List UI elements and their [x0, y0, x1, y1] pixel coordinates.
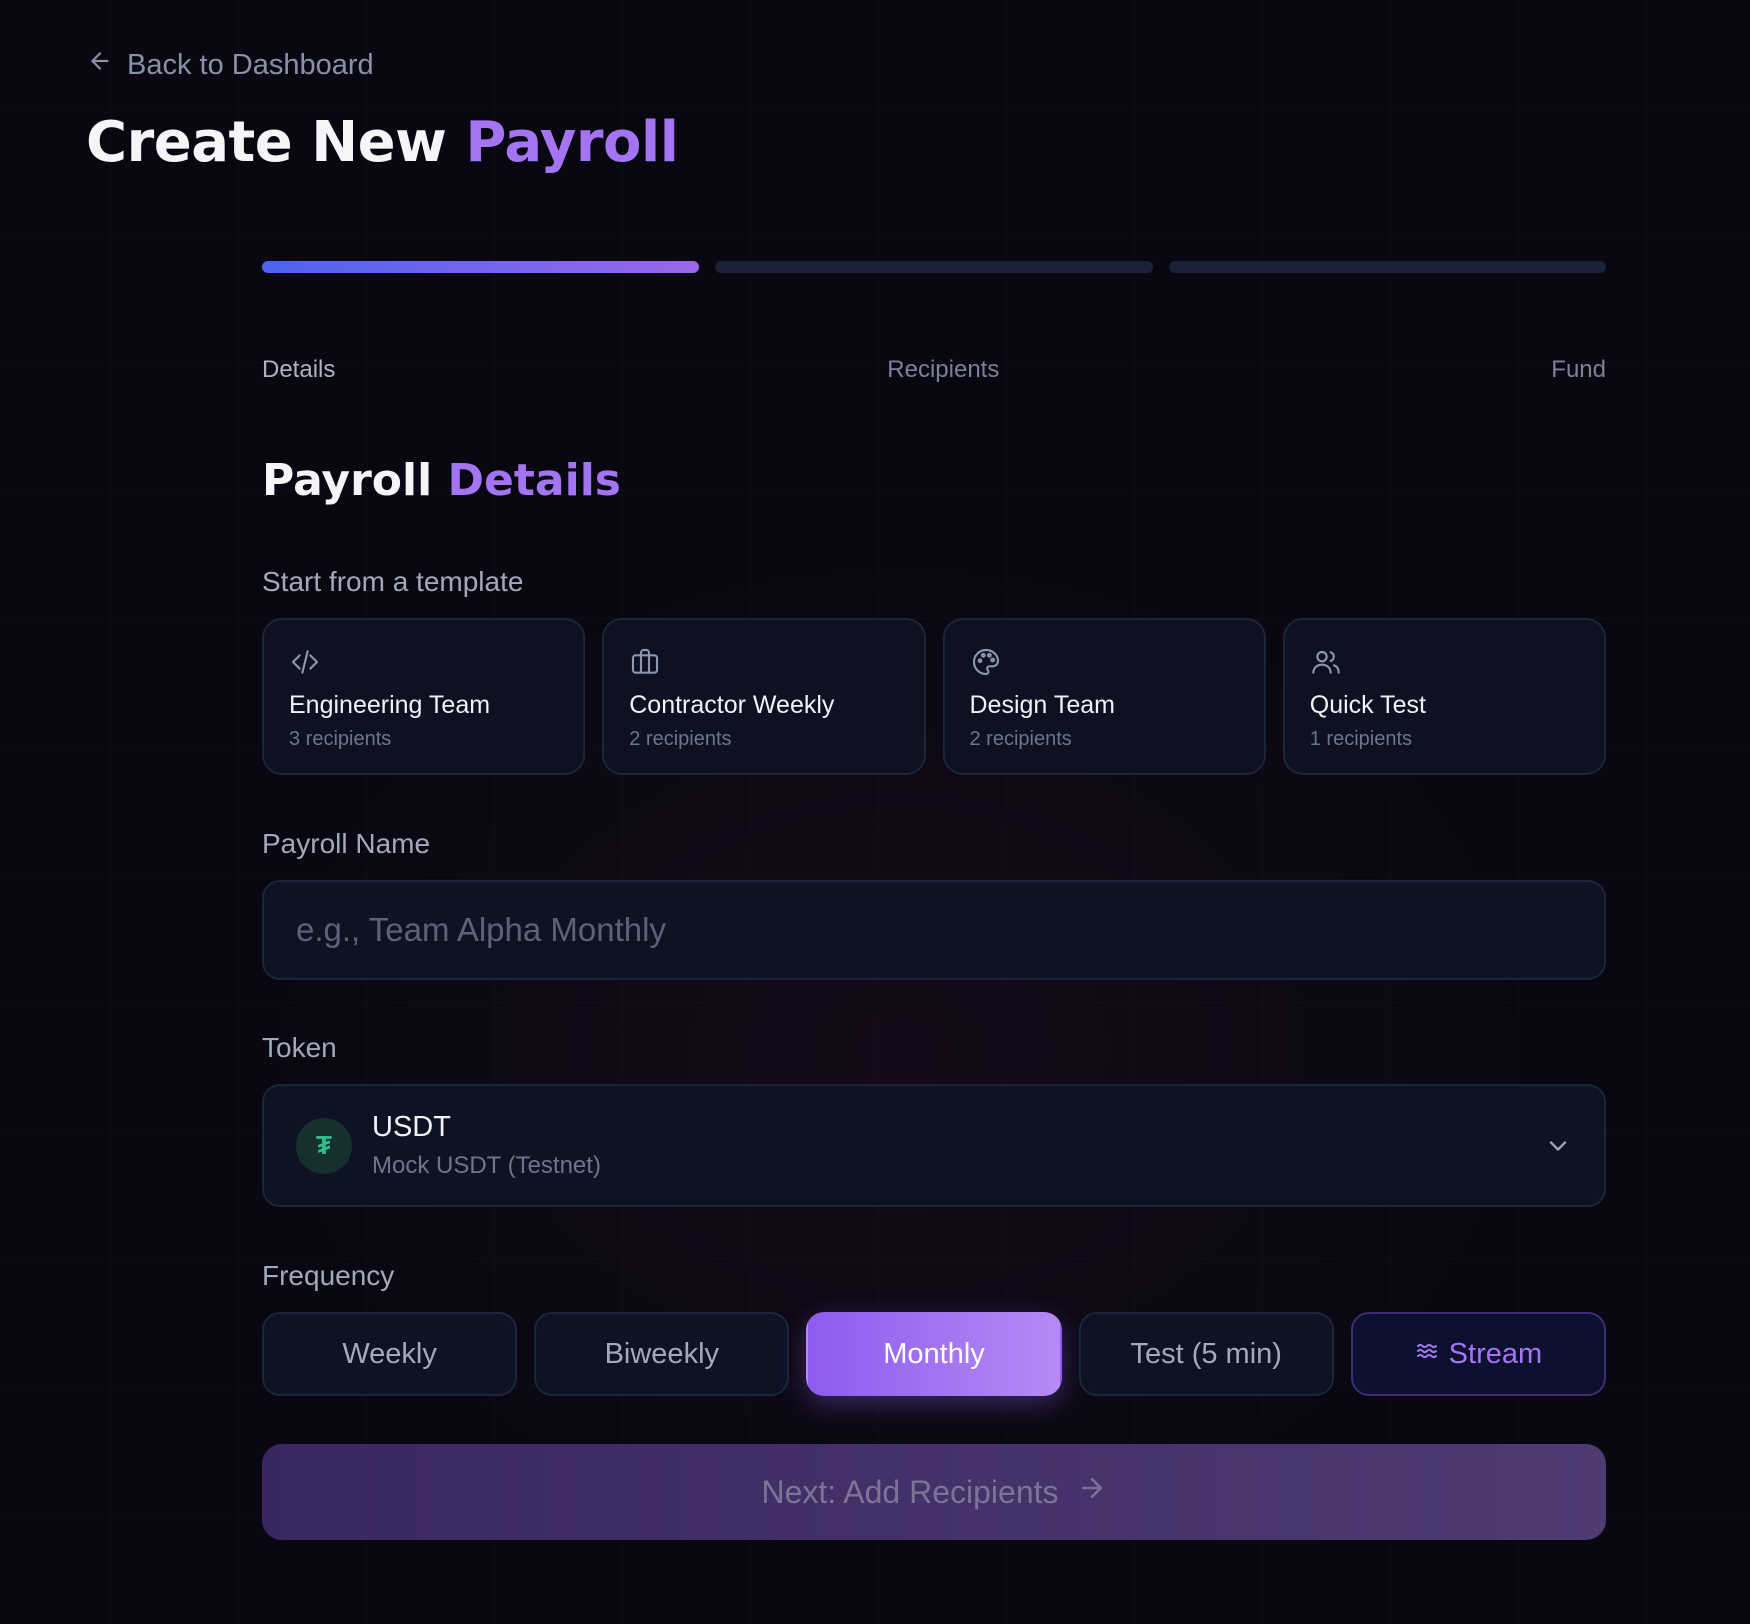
page-title: Create New Payroll	[86, 110, 679, 175]
step-label-fund: Fund	[1551, 356, 1606, 383]
section-title: Payroll Details	[262, 455, 1606, 506]
step-progress-bar	[262, 261, 1606, 273]
progress-segment-recipients	[715, 261, 1153, 273]
frequency-option-label: Stream	[1448, 1337, 1543, 1370]
code-icon	[289, 646, 321, 678]
page-title-main: Create New	[86, 110, 447, 175]
next-button-label: Next: Add Recipients	[761, 1473, 1059, 1510]
template-card-contractor-weekly[interactable]: Contractor Weekly 2 recipients	[602, 618, 926, 775]
section-title-main: Payroll	[262, 455, 433, 506]
template-label: Start from a template	[262, 566, 524, 597]
step-label-recipients: Recipients	[887, 356, 1000, 383]
template-recipient-count: 2 recipients	[629, 728, 732, 750]
waves-icon	[1415, 1338, 1439, 1371]
frequency-label: Frequency	[262, 1260, 395, 1291]
chevron-down-icon	[1544, 1132, 1572, 1160]
frequency-weekly-button[interactable]: Weekly	[262, 1312, 518, 1396]
step-label-details: Details	[262, 356, 336, 383]
token-symbol: USDT	[372, 1111, 451, 1143]
frequency-biweekly-button[interactable]: Biweekly	[534, 1312, 790, 1396]
frequency-stream-button[interactable]: Stream	[1350, 1312, 1607, 1396]
section-title-accent: Details	[447, 455, 621, 506]
briefcase-icon	[629, 646, 661, 678]
token-description: Mock USDT (Testnet)	[372, 1152, 601, 1179]
frequency-option-label: Biweekly	[604, 1337, 720, 1370]
template-list: Engineering Team 3 recipients Contractor…	[262, 618, 1606, 775]
token-label: Token	[262, 1032, 337, 1063]
frequency-option-label: Test (5 min)	[1130, 1337, 1282, 1370]
frequency-test-button[interactable]: Test (5 min)	[1078, 1312, 1334, 1396]
template-recipient-count: 3 recipients	[289, 728, 392, 750]
usdt-coin-icon: ₮	[296, 1117, 352, 1174]
payroll-name-input[interactable]	[296, 911, 1572, 949]
arrow-right-icon	[1077, 1473, 1107, 1511]
token-select[interactable]: ₮ USDT Mock USDT (Testnet)	[262, 1084, 1606, 1207]
template-name: Contractor Weekly	[629, 691, 835, 719]
template-card-design-team[interactable]: Design Team 2 recipients	[942, 618, 1266, 775]
template-recipient-count: 2 recipients	[969, 728, 1072, 750]
template-recipient-count: 1 recipients	[1309, 728, 1413, 750]
payroll-name-field-wrapper	[262, 880, 1606, 980]
template-card-quick-test[interactable]: Quick Test 1 recipients	[1282, 618, 1606, 775]
back-to-dashboard-link[interactable]: Back to Dashboard	[87, 48, 374, 82]
template-card-engineering-team[interactable]: Engineering Team 3 recipients	[262, 618, 586, 775]
frequency-option-label: Weekly	[342, 1337, 437, 1370]
frequency-options: Weekly Biweekly Monthly Test (5 min) Str…	[262, 1312, 1607, 1396]
palette-icon	[970, 646, 1002, 678]
back-label: Back to Dashboard	[127, 48, 374, 81]
frequency-monthly-button[interactable]: Monthly	[806, 1312, 1062, 1396]
progress-segment-fund	[1168, 261, 1606, 273]
page-title-accent: Payroll	[465, 110, 679, 175]
step-labels: Details Recipients Fund	[262, 356, 1606, 384]
arrow-left-icon	[87, 48, 113, 82]
users-icon	[1310, 646, 1342, 678]
template-name: Engineering Team	[289, 691, 491, 719]
template-name: Quick Test	[1309, 691, 1426, 719]
next-add-recipients-button[interactable]: Next: Add Recipients	[262, 1444, 1606, 1540]
progress-segment-details	[262, 261, 700, 273]
payroll-name-label: Payroll Name	[262, 828, 431, 859]
frequency-option-label: Monthly	[883, 1337, 985, 1370]
template-name: Design Team	[969, 691, 1115, 719]
